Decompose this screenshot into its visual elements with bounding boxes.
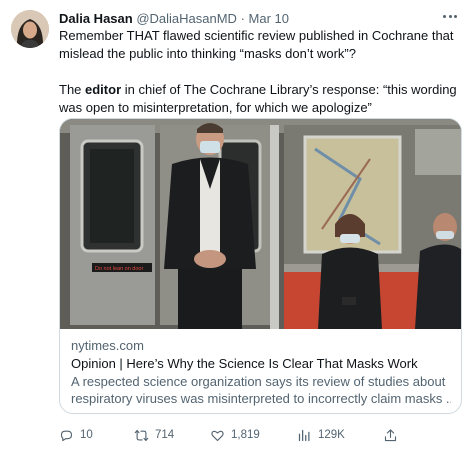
share-button[interactable] xyxy=(383,426,398,444)
card-description-line-2: respiratory viruses was misinterpreted t… xyxy=(71,391,451,406)
reply-icon xyxy=(59,428,74,443)
like-count: 1,819 xyxy=(231,429,260,441)
like-button[interactable]: 1,819 xyxy=(210,426,260,444)
tweet-paragraph-2: The editor in chief of The Cochrane Libr… xyxy=(59,81,464,117)
tweet-text: Remember THAT flawed scientific review p… xyxy=(59,27,464,117)
reply-count: 10 xyxy=(80,429,93,441)
card-body: nytimes.com Opinion | Here’s Why the Sci… xyxy=(71,337,451,407)
avatar[interactable] xyxy=(11,10,49,48)
link-card[interactable]: Do not lean on door nytimes.com Opinion … xyxy=(59,118,462,414)
retweet-button[interactable]: 714 xyxy=(134,426,174,444)
separator: · xyxy=(240,11,245,26)
tweet-paragraph-1: Remember THAT flawed scientific review p… xyxy=(59,28,454,61)
action-bar: 10 714 1,819 129K xyxy=(59,426,464,444)
author-handle[interactable]: @DaliaHasanMD xyxy=(136,11,237,26)
retweet-count: 714 xyxy=(155,429,175,441)
card-description: A respected science organization says it… xyxy=(71,373,451,407)
reply-button[interactable]: 10 xyxy=(59,426,93,444)
card-title[interactable]: Opinion | Here’s Why the Science Is Clea… xyxy=(71,355,451,372)
views-count: 129K xyxy=(318,429,345,441)
tweet-date[interactable]: Mar 10 xyxy=(249,11,289,26)
tweet-header: Dalia Hasan @DaliaHasanMD · Mar 10 xyxy=(59,10,289,28)
card-image[interactable]: Do not lean on door xyxy=(60,119,461,329)
card-domain: nytimes.com xyxy=(71,338,144,353)
door-sign-text: Do not lean on door xyxy=(95,266,143,272)
more-horizontal-icon[interactable] xyxy=(439,7,461,25)
tweet-text-bold: editor xyxy=(85,82,122,97)
retweet-icon xyxy=(134,428,149,443)
tweet-text-pre: The xyxy=(59,82,86,97)
author-name[interactable]: Dalia Hasan xyxy=(59,11,133,26)
tweet[interactable]: Dalia Hasan @DaliaHasanMD · Mar 10 Remem… xyxy=(0,0,473,453)
card-description-line-1: A respected science organization says it… xyxy=(71,374,446,389)
share-icon xyxy=(383,428,398,443)
views-button[interactable]: 129K xyxy=(297,426,345,444)
heart-icon xyxy=(210,428,225,443)
views-icon xyxy=(297,428,312,443)
